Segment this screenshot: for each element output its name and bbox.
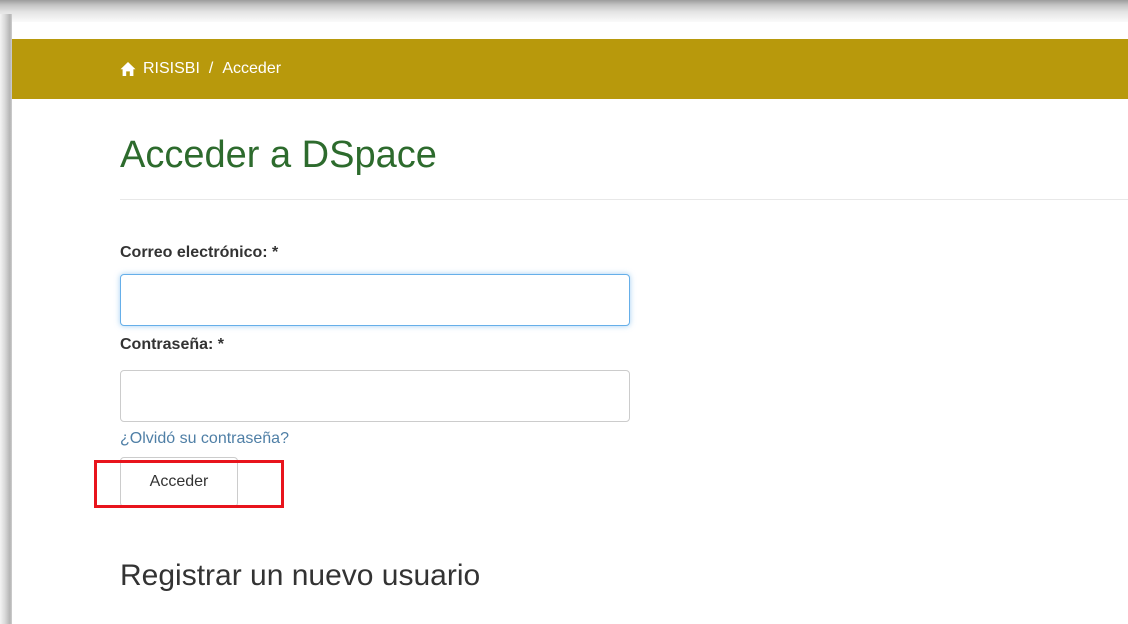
- password-field[interactable]: [120, 370, 630, 422]
- breadcrumb-separator: /: [208, 60, 214, 77]
- email-field[interactable]: [120, 274, 630, 326]
- breadcrumb-home-link[interactable]: RISISBI: [143, 60, 200, 78]
- page-title: Acceder a DSpace: [120, 134, 437, 176]
- breadcrumb-bar: RISISBI / Acceder: [12, 39, 1128, 99]
- window-top-shadow: [0, 0, 1128, 24]
- breadcrumb-current: Acceder: [222, 60, 282, 77]
- page-content: RISISBI / Acceder Acceder a DSpace Corre…: [12, 22, 1128, 624]
- password-label: Contraseña: *: [120, 336, 225, 353]
- home-icon[interactable]: [120, 61, 136, 77]
- register-heading: Registrar un nuevo usuario: [120, 559, 481, 592]
- title-divider: [120, 199, 1128, 200]
- forgot-password-link[interactable]: ¿Olvidó su contraseña?: [120, 430, 289, 448]
- email-label: Correo electrónico: *: [120, 244, 279, 261]
- breadcrumb: RISISBI / Acceder: [120, 39, 281, 99]
- login-button[interactable]: Acceder: [120, 457, 238, 507]
- window-left-shadow: [0, 14, 12, 624]
- screenshot-frame: RISISBI / Acceder Acceder a DSpace Corre…: [0, 0, 1128, 624]
